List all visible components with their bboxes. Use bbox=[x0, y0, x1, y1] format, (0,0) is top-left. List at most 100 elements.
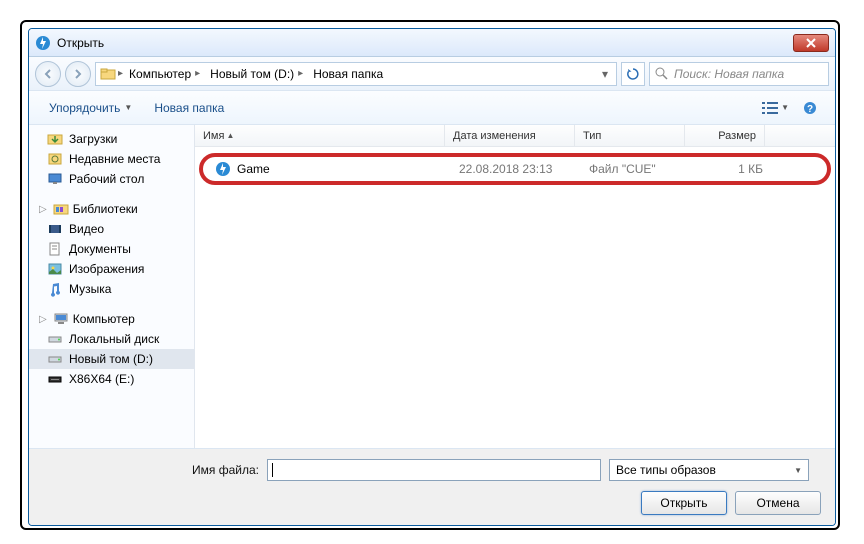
sidebar-item-documents[interactable]: Документы bbox=[29, 239, 194, 259]
sidebar-item-pictures[interactable]: Изображения bbox=[29, 259, 194, 279]
new-folder-button[interactable]: Новая папка bbox=[148, 97, 230, 119]
back-icon bbox=[42, 68, 54, 80]
column-header-size[interactable]: Размер bbox=[685, 125, 765, 146]
cancel-button[interactable]: Отмена bbox=[735, 491, 821, 515]
search-input[interactable]: Поиск: Новая папка bbox=[649, 62, 829, 86]
music-icon bbox=[47, 281, 63, 297]
recent-icon bbox=[47, 151, 63, 167]
sidebar-item-x86x64[interactable]: X86X64 (E:) bbox=[29, 369, 194, 389]
view-mode-button[interactable]: ▼ bbox=[757, 99, 793, 117]
sidebar-label: Видео bbox=[69, 222, 104, 236]
sidebar-item-music[interactable]: Музыка bbox=[29, 279, 194, 299]
forward-icon bbox=[72, 68, 84, 80]
column-header-type[interactable]: Тип bbox=[575, 125, 685, 146]
chevron-down-icon: ▼ bbox=[794, 466, 802, 475]
sidebar-label: Компьютер bbox=[73, 312, 135, 326]
toolbar: Упорядочить ▼ Новая папка ▼ ? bbox=[29, 91, 835, 125]
breadcrumb-label: Новый том (D:) bbox=[210, 67, 294, 81]
column-header-name[interactable]: Имя▲ bbox=[195, 125, 445, 146]
close-button[interactable] bbox=[793, 34, 829, 52]
sidebar-group-libraries[interactable]: ▷Библиотеки bbox=[29, 199, 194, 219]
downloads-icon bbox=[47, 131, 63, 147]
breadcrumb-computer[interactable]: Компьютер▸ bbox=[125, 67, 204, 81]
column-label: Имя bbox=[203, 130, 224, 142]
forward-button[interactable] bbox=[65, 61, 91, 87]
chevron-down-icon: ▼ bbox=[781, 103, 789, 112]
sidebar-label: X86X64 (E:) bbox=[69, 372, 134, 386]
refresh-button[interactable] bbox=[621, 62, 645, 86]
sidebar-item-localdisk[interactable]: Локальный диск bbox=[29, 329, 194, 349]
file-name-cell: Game bbox=[207, 161, 451, 177]
dialog-footer: Имя файла: Все типы образов▼ Открыть Отм… bbox=[29, 449, 835, 525]
filetype-filter[interactable]: Все типы образов▼ bbox=[609, 459, 809, 481]
column-header-date[interactable]: Дата изменения bbox=[445, 125, 575, 146]
sidebar-group-computer[interactable]: ▷ Компьютер bbox=[29, 309, 194, 329]
file-list-area: Имя▲ Дата изменения Тип Размер Game 22.0… bbox=[195, 125, 835, 448]
libraries-icon bbox=[53, 201, 69, 217]
sidebar-item-downloads[interactable]: Загрузки bbox=[29, 129, 194, 149]
chevron-right-icon: ▸ bbox=[195, 68, 200, 79]
button-label: Открыть bbox=[660, 496, 707, 510]
file-date-cell: 22.08.2018 23:13 bbox=[451, 162, 581, 176]
sidebar-item-recent[interactable]: Недавние места bbox=[29, 149, 194, 169]
breadcrumb-drive[interactable]: Новый том (D:) ▸ bbox=[206, 67, 307, 81]
annotation-highlight: Game 22.08.2018 23:13 Файл "CUE" 1 КБ bbox=[199, 153, 831, 185]
view-icon bbox=[761, 101, 779, 115]
chevron-right-icon: ▸ bbox=[298, 68, 303, 79]
back-button[interactable] bbox=[35, 61, 61, 87]
sidebar-label: Изображения bbox=[69, 262, 144, 276]
filename-input[interactable] bbox=[267, 459, 601, 481]
toolbar-right: ▼ ? bbox=[757, 99, 821, 117]
svg-text:?: ? bbox=[807, 104, 813, 115]
cue-file-icon bbox=[215, 161, 231, 177]
help-icon: ? bbox=[803, 101, 817, 115]
organize-button[interactable]: Упорядочить ▼ bbox=[43, 97, 138, 119]
column-label: Тип bbox=[583, 130, 601, 142]
desktop-icon bbox=[47, 171, 63, 187]
organize-label: Упорядочить bbox=[49, 101, 120, 115]
open-dialog: Открыть ▸ Компьютер▸ Новый том (D:)▸ Нов… bbox=[28, 28, 836, 526]
drive-icon bbox=[47, 331, 63, 347]
sidebar-label: Новый том (D:) bbox=[69, 352, 153, 366]
chevron-right-icon: ▸ bbox=[118, 68, 123, 79]
file-type-cell: Файл "CUE" bbox=[581, 162, 691, 176]
breadcrumb-label: Новая папка bbox=[313, 67, 383, 81]
breadcrumb-dropdown[interactable]: ▾ bbox=[598, 67, 612, 81]
caret-icon: ▷ bbox=[39, 204, 47, 215]
refresh-icon bbox=[626, 67, 640, 81]
breadcrumb-folder[interactable]: Новая папка bbox=[309, 67, 387, 81]
sidebar-label: Загрузки bbox=[69, 132, 117, 146]
column-label: Размер bbox=[718, 130, 756, 142]
documents-icon bbox=[47, 241, 63, 257]
chevron-down-icon: ▼ bbox=[124, 103, 132, 112]
app-icon bbox=[35, 35, 51, 51]
caret-icon: ▷ bbox=[39, 314, 47, 325]
sidebar-item-desktop[interactable]: Рабочий стол bbox=[29, 169, 194, 189]
search-icon bbox=[654, 66, 670, 82]
file-row[interactable]: Game 22.08.2018 23:13 Файл "CUE" 1 КБ bbox=[207, 159, 823, 179]
titlebar: Открыть bbox=[29, 29, 835, 57]
outer-frame: Открыть ▸ Компьютер▸ Новый том (D:)▸ Нов… bbox=[20, 20, 840, 530]
sidebar-item-newvol[interactable]: Новый том (D:) bbox=[29, 349, 194, 369]
sort-indicator-icon: ▲ bbox=[226, 131, 234, 140]
column-header-row: Имя▲ Дата изменения Тип Размер bbox=[195, 125, 835, 147]
column-label: Дата изменения bbox=[453, 130, 536, 142]
optical-drive-icon bbox=[47, 371, 63, 387]
folder-icon bbox=[100, 66, 116, 82]
open-button[interactable]: Открыть bbox=[641, 491, 727, 515]
help-button[interactable]: ? bbox=[799, 99, 821, 117]
close-icon bbox=[806, 38, 816, 48]
button-label: Отмена bbox=[756, 496, 799, 510]
video-icon bbox=[47, 221, 63, 237]
breadcrumb-bar[interactable]: ▸ Компьютер▸ Новый том (D:) ▸ Новая папка… bbox=[95, 62, 617, 86]
sidebar-label: Документы bbox=[69, 242, 131, 256]
sidebar-item-video[interactable]: Видео bbox=[29, 219, 194, 239]
sidebar: Загрузки Недавние места Рабочий стол ▷Би… bbox=[29, 125, 195, 448]
file-size-cell: 1 КБ bbox=[691, 162, 771, 176]
dialog-body: Загрузки Недавние места Рабочий стол ▷Би… bbox=[29, 125, 835, 449]
new-folder-label: Новая папка bbox=[154, 101, 224, 115]
drive-icon bbox=[47, 351, 63, 367]
nav-bar: ▸ Компьютер▸ Новый том (D:) ▸ Новая папка… bbox=[29, 57, 835, 91]
button-row: Открыть Отмена bbox=[43, 491, 821, 515]
filename-label: Имя файла: bbox=[43, 463, 259, 477]
